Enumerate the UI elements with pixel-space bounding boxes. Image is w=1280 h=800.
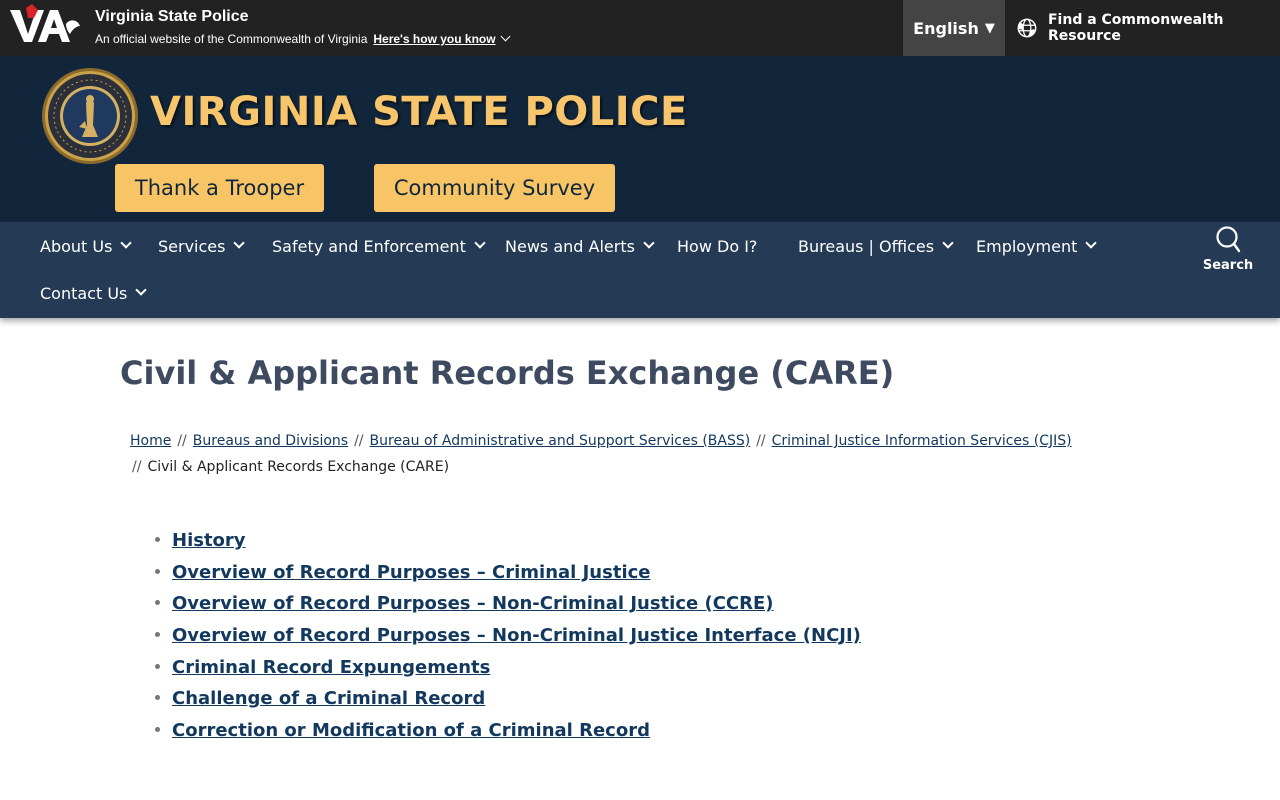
breadcrumb-separator: //	[177, 433, 187, 449]
overview-non-criminal-justice-ncji-link[interactable]: Overview of Record Purposes – Non-Crimin…	[172, 625, 861, 646]
agency-title[interactable]: VIRGINIA STATE POLICE	[150, 89, 688, 135]
nav-item-employment[interactable]: Employment	[976, 236, 1098, 256]
nav-item-label: About Us	[40, 236, 113, 256]
chevron-down-icon	[474, 237, 486, 249]
criminal-record-expungements-link[interactable]: Criminal Record Expungements	[172, 657, 490, 678]
community-survey-button[interactable]: Community Survey	[374, 164, 615, 212]
care-topics-list: History Overview of Record Purposes – Cr…	[155, 525, 861, 746]
chevron-down-icon	[500, 31, 511, 42]
search-button[interactable]: Search	[1200, 226, 1256, 278]
bullet-icon	[155, 695, 160, 701]
breadcrumb-separator: //	[132, 459, 142, 475]
correction-modification-record-link[interactable]: Correction or Modification of a Criminal…	[172, 720, 650, 741]
language-label: English	[913, 18, 979, 38]
language-selector[interactable]: English ▼	[903, 0, 1005, 56]
nav-item-bureaus-offices[interactable]: Bureaus | Offices	[798, 236, 954, 256]
find-commonwealth-resource-link[interactable]: Find a Commonwealth Resource	[1016, 0, 1280, 56]
find-resource-label: Find a Commonwealth Resource	[1047, 12, 1224, 44]
bullet-icon	[155, 632, 160, 638]
history-link[interactable]: History	[172, 530, 246, 551]
official-website-notice: An official website of the Commonwealth …	[95, 31, 511, 46]
breadcrumb-link-cjis[interactable]: Criminal Justice Information Services (C…	[772, 433, 1072, 449]
nav-item-label: Bureaus | Offices	[798, 236, 935, 256]
page-title: Civil & Applicant Records Exchange (CARE…	[120, 354, 895, 392]
chevron-down-icon	[1085, 237, 1098, 249]
breadcrumb-separator: //	[354, 433, 364, 449]
chevron-down-icon	[120, 237, 133, 249]
caret-down-icon: ▼	[984, 20, 995, 36]
chevron-down-icon	[942, 237, 954, 249]
site-name: Virginia State Police	[95, 8, 249, 25]
nav-item-label: Safety and Enforcement	[272, 236, 466, 256]
overview-criminal-justice-link[interactable]: Overview of Record Purposes – Criminal J…	[172, 562, 651, 583]
thank-a-trooper-button[interactable]: Thank a Trooper	[115, 164, 324, 212]
nav-item-label: Contact Us	[40, 283, 128, 303]
list-item: History	[155, 525, 861, 557]
site-header: VIRGINIA STATE POLICE Thank a Trooper Co…	[0, 56, 1280, 222]
bullet-icon	[155, 537, 160, 543]
nav-item-how-do-i[interactable]: How Do I?	[677, 236, 757, 256]
nav-item-label: Employment	[976, 236, 1078, 256]
bullet-icon	[155, 600, 160, 606]
state-police-seal-icon[interactable]	[41, 67, 139, 165]
official-website-text: An official website of the Commonwealth …	[95, 32, 368, 46]
overview-non-criminal-justice-ccre-link[interactable]: Overview of Record Purposes – Non-Crimin…	[172, 593, 774, 614]
nav-item-label: News and Alerts	[505, 236, 635, 256]
how-you-know-toggle[interactable]: Here's how you know	[373, 31, 511, 46]
chevron-down-icon	[135, 284, 148, 296]
breadcrumb-separator: //	[756, 433, 766, 449]
list-item: Challenge of a Criminal Record	[155, 683, 861, 715]
search-label: Search	[1202, 258, 1254, 273]
challenge-criminal-record-link[interactable]: Challenge of a Criminal Record	[172, 688, 485, 709]
utility-bar: Virginia State Police An official websit…	[0, 0, 1280, 56]
globe-icon	[1017, 18, 1037, 38]
how-you-know-label: Here's how you know	[373, 32, 496, 46]
virginia-logo-icon[interactable]	[8, 4, 82, 46]
breadcrumb: Home // Bureaus and Divisions // Bureau of A…	[130, 428, 1130, 480]
list-item: Overview of Record Purposes – Non-Crimin…	[155, 620, 861, 652]
breadcrumb-link-bureaus-and-divisions[interactable]: Bureaus and Divisions	[193, 433, 348, 449]
chevron-down-icon	[233, 237, 246, 249]
bullet-icon	[155, 663, 160, 669]
nav-item-contact-us[interactable]: Contact Us	[40, 283, 148, 303]
chevron-down-icon	[643, 237, 655, 249]
nav-item-about-us[interactable]: About Us	[40, 236, 133, 256]
breadcrumb-link-bass[interactable]: Bureau of Administrative and Support Ser…	[370, 433, 751, 449]
search-icon	[1216, 226, 1241, 253]
list-item: Criminal Record Expungements	[155, 651, 861, 683]
list-item: Overview of Record Purposes – Non-Crimin…	[155, 588, 861, 620]
breadcrumb-current: Civil & Applicant Records Exchange (CARE…	[147, 459, 450, 475]
breadcrumb-link-home[interactable]: Home	[130, 433, 171, 449]
nav-item-services[interactable]: Services	[158, 236, 246, 256]
nav-item-news-and-alerts[interactable]: News and Alerts	[505, 236, 655, 256]
bullet-icon	[155, 568, 160, 574]
list-item: Overview of Record Purposes – Criminal J…	[155, 557, 861, 589]
nav-item-label: Services	[158, 236, 226, 256]
list-item: Correction or Modification of a Criminal…	[155, 715, 861, 747]
bullet-icon	[155, 726, 160, 732]
nav-item-label: How Do I?	[677, 236, 758, 256]
nav-item-safety-and-enforcement[interactable]: Safety and Enforcement	[272, 236, 486, 256]
main-navigation: About Us Services Safety and Enforcement…	[0, 222, 1280, 318]
